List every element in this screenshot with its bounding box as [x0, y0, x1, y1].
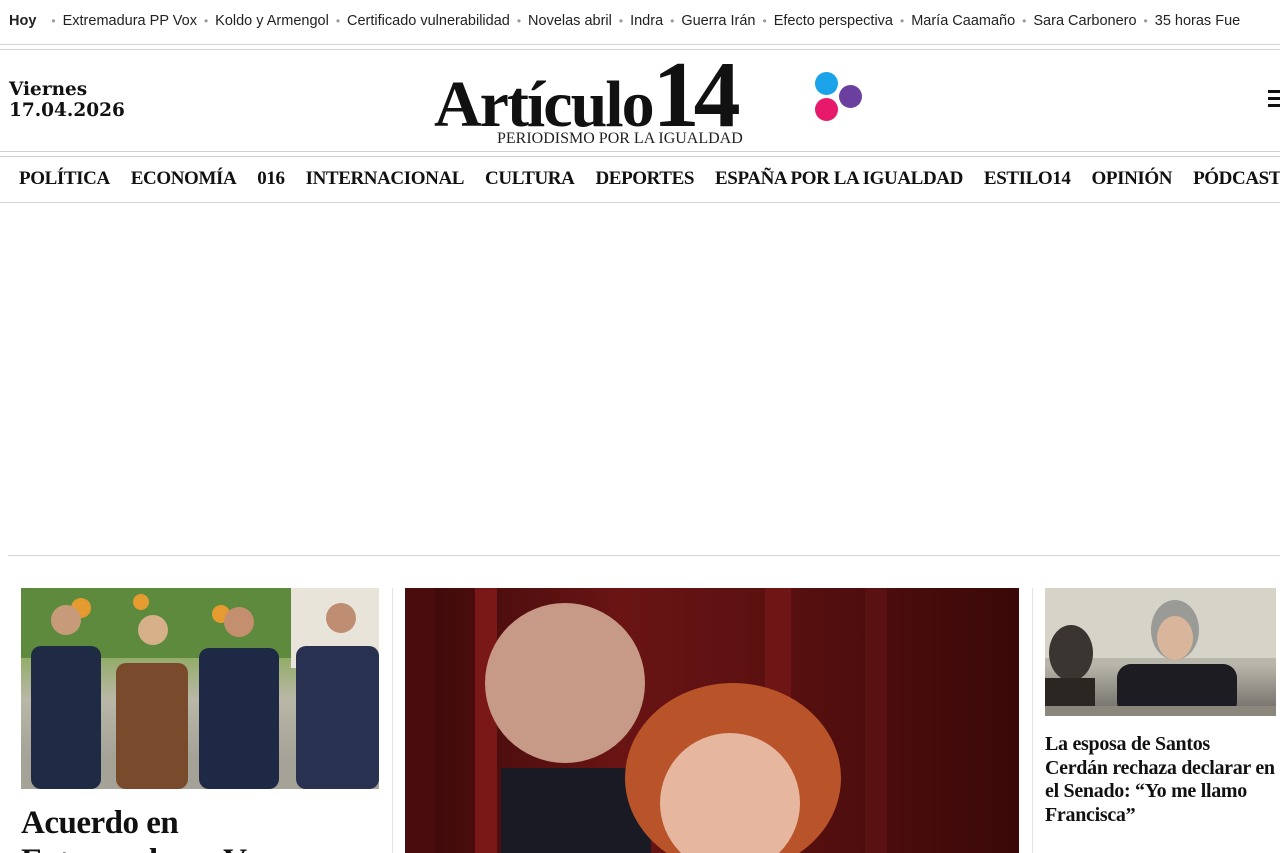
bullet-separator: •: [618, 14, 624, 28]
trending-link[interactable]: 35 horas Fue: [1155, 13, 1240, 29]
trending-link[interactable]: Efecto perspectiva: [774, 13, 893, 29]
nav-item-016[interactable]: 016: [257, 166, 285, 192]
senate-hearing-photo: [1045, 588, 1276, 716]
divider: [0, 151, 1280, 152]
trending-link[interactable]: Koldo y Armengol: [215, 13, 329, 29]
bullet-separator: •: [516, 14, 522, 28]
nav-item-estilo14[interactable]: ESTILO14: [984, 166, 1071, 192]
group-walking-photo: [21, 588, 379, 789]
site-logo[interactable]: Artículo14 PERIODISMO POR LA IGUALDAD: [434, 48, 874, 150]
nav-item-economia[interactable]: ECONOMÍA: [131, 166, 237, 192]
article-headline-left[interactable]: Acuerdo en Extremadura: Vox: [21, 804, 379, 853]
divider: [0, 44, 1280, 45]
logo-dot-purple: [839, 85, 862, 108]
ad-placeholder: [8, 203, 1280, 554]
trending-link[interactable]: María Caamaño: [911, 13, 1015, 29]
nav-item-opinion[interactable]: OPINIÓN: [1091, 166, 1172, 192]
trending-link[interactable]: Extremadura PP Vox: [63, 13, 197, 29]
nav-item-deportes[interactable]: DEPORTES: [595, 166, 694, 192]
trending-bar: Hoy • Extremadura PP Vox • Koldo y Armen…: [0, 0, 1280, 42]
nav-item-cultura[interactable]: CULTURA: [485, 166, 575, 192]
nav-item-politica[interactable]: POLÍTICA: [19, 166, 110, 192]
article-image-left[interactable]: [21, 588, 379, 789]
bullet-separator: •: [900, 14, 905, 28]
main-navigation: POLÍTICA ECONOMÍA 016 INTERNACIONAL CULT…: [19, 166, 1280, 192]
bullet-separator: •: [1022, 14, 1027, 28]
trending-label: Hoy: [9, 13, 37, 29]
trending-link[interactable]: Certificado vulnerabilidad: [347, 13, 510, 29]
bullet-separator: •: [1143, 14, 1148, 28]
weekday: Viernes: [9, 79, 88, 100]
date-value: 17.04.2026: [9, 100, 125, 121]
logo-dot-pink: [815, 98, 838, 121]
nav-item-espana-por-la-igualdad[interactable]: ESPAÑA POR LA IGUALDAD: [715, 166, 963, 192]
logo-dot-blue: [815, 72, 838, 95]
bullet-separator: •: [51, 14, 56, 28]
divider: [0, 156, 1280, 157]
divider: [0, 49, 1280, 50]
politician-photo: [405, 588, 887, 853]
article-image-center[interactable]: [405, 588, 1019, 853]
divider: [8, 555, 1280, 556]
nav-item-podcast[interactable]: PÓDCAST: [1193, 166, 1280, 192]
column-divider: [1032, 588, 1033, 853]
trending-link[interactable]: Novelas abril: [528, 13, 612, 29]
trending-link[interactable]: Indra: [630, 13, 663, 29]
article-headline-right[interactable]: La esposa de Santos Cerdán rechaza decla…: [1045, 733, 1277, 827]
trending-link[interactable]: Guerra Irán: [681, 13, 755, 29]
hamburger-menu-icon[interactable]: [1268, 90, 1280, 108]
bullet-separator: •: [762, 14, 767, 28]
nav-item-internacional[interactable]: INTERNACIONAL: [306, 166, 465, 192]
bullet-separator: •: [335, 14, 341, 28]
logo-tagline: PERIODISMO POR LA IGUALDAD: [497, 130, 743, 147]
article-image-right[interactable]: [1045, 588, 1276, 716]
current-date: Viernes 17.04.2026: [9, 79, 125, 121]
bullet-separator: •: [670, 14, 675, 28]
trending-link[interactable]: Sara Carbonero: [1033, 13, 1136, 29]
bullet-separator: •: [203, 14, 209, 28]
column-divider: [392, 588, 393, 853]
